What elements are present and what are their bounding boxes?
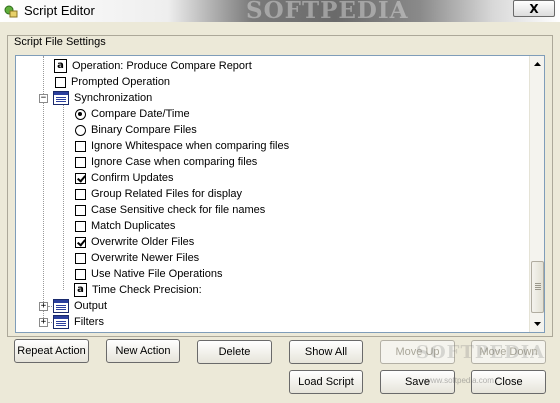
scroll-up-button[interactable] (530, 56, 544, 71)
watermark-title: SOFTPEDIA (246, 0, 409, 24)
tree-item-synchronization[interactable]: Synchronization (53, 90, 152, 106)
tree-item-confirm-updates[interactable]: Confirm Updates (75, 170, 174, 186)
tree-item-label: Time Check Precision: (92, 284, 202, 296)
checkbox[interactable] (75, 188, 86, 200)
radio-button[interactable] (75, 108, 86, 120)
script-editor-app-icon (4, 5, 18, 18)
checkbox[interactable] (75, 140, 86, 152)
list-folder-icon (53, 315, 69, 329)
new-action-button[interactable]: New Action (106, 339, 180, 363)
tree-item-overwrite-newer[interactable]: Overwrite Newer Files (75, 250, 199, 266)
checkbox[interactable] (75, 236, 86, 248)
tree-item-match-duplicates[interactable]: Match Duplicates (75, 218, 175, 234)
arrow-down-icon (534, 321, 541, 326)
scroll-thumb[interactable] (531, 261, 544, 313)
tree-guide-line (63, 104, 64, 290)
tree-item-prompted-operation[interactable]: Prompted Operation (55, 74, 170, 90)
repeat-action-button[interactable]: Repeat Action (14, 339, 89, 363)
tree-item-binary-compare[interactable]: Binary Compare Files (75, 122, 197, 138)
group-label: Script File Settings (14, 36, 106, 48)
checkbox[interactable] (75, 252, 86, 264)
expand-toggle-icon[interactable]: + (39, 302, 48, 311)
tree-item-output[interactable]: Output (53, 298, 107, 314)
checkbox[interactable] (75, 156, 86, 168)
checkbox[interactable] (75, 172, 86, 184)
expand-toggle-icon[interactable]: + (39, 318, 48, 327)
text-value-icon: a (54, 59, 67, 73)
button-label: Move Up (395, 346, 440, 358)
tree-item-label: Synchronization (74, 92, 153, 104)
tree-item-filters[interactable]: Filters (53, 314, 104, 330)
tree-item-group-related-files[interactable]: Group Related Files for display (75, 186, 242, 202)
window-title: Script Editor (24, 3, 95, 18)
checkbox[interactable] (75, 204, 86, 216)
tree-item-label: Output (74, 300, 108, 312)
checkbox[interactable] (55, 76, 66, 88)
close-icon: X (529, 1, 539, 16)
move-down-button[interactable]: Move Down (471, 340, 546, 364)
collapse-toggle-icon[interactable]: − (39, 94, 48, 103)
watermark-url: www.softpedia.com (425, 376, 494, 385)
tree-item-label: Filters (74, 316, 104, 328)
tree-item-label: Prompted Operation (71, 76, 171, 88)
title-bar[interactable]: Script Editor SOFTPEDIA X (0, 0, 560, 24)
tree-item-label: Ignore Case when comparing files (91, 156, 258, 168)
tree-item-time-check-precision[interactable]: a Time Check Precision: (74, 282, 202, 298)
tree-item-ignore-whitespace[interactable]: Ignore Whitespace when comparing files (75, 138, 289, 154)
text-value-icon: a (74, 283, 87, 297)
tree-item-label: Overwrite Newer Files (91, 252, 200, 264)
tree-item-label: Use Native File Operations (91, 268, 223, 280)
tree-item-label: Case Sensitive check for file names (91, 204, 266, 216)
button-label: Repeat Action (17, 345, 86, 357)
tree-item-label: Compare Date/Time (91, 108, 190, 120)
button-label: Delete (218, 346, 251, 358)
vertical-scrollbar[interactable] (529, 56, 544, 332)
list-folder-icon (53, 299, 69, 313)
load-script-button[interactable]: Load Script (289, 370, 363, 394)
button-label: Load Script (298, 376, 354, 388)
checkbox[interactable] (75, 268, 86, 280)
list-folder-icon (53, 91, 69, 105)
window-close-button[interactable]: X (513, 0, 555, 17)
tree-item-label: Group Related Files for display (91, 188, 243, 200)
arrow-up-icon (534, 61, 541, 66)
delete-button[interactable]: Delete (197, 340, 272, 364)
tree-item-compare-date-time[interactable]: Compare Date/Time (75, 106, 190, 122)
tree-item-label: Ignore Whitespace when comparing files (91, 140, 290, 152)
move-up-button[interactable]: Move Up (380, 340, 455, 364)
button-label: New Action (115, 345, 171, 357)
tree-item-label: Confirm Updates (91, 172, 174, 184)
settings-tree[interactable]: a Operation: Produce Compare Report Prom… (15, 55, 545, 333)
tree-item-native-file-ops[interactable]: Use Native File Operations (75, 266, 222, 282)
tree-item-label: Operation: Produce Compare Report (72, 60, 252, 72)
button-label: Close (494, 376, 523, 388)
tree-item-operation[interactable]: a Operation: Produce Compare Report (54, 58, 252, 74)
tree-item-ignore-case[interactable]: Ignore Case when comparing files (75, 154, 257, 170)
tree-item-label: Match Duplicates (91, 220, 176, 232)
tree-item-overwrite-older[interactable]: Overwrite Older Files (75, 234, 194, 250)
button-label: Show All (304, 346, 348, 358)
tree-content: a Operation: Produce Compare Report Prom… (16, 56, 529, 332)
button-label: Move Down (479, 346, 538, 358)
checkbox[interactable] (75, 220, 86, 232)
tree-item-label: Overwrite Older Files (91, 236, 195, 248)
tree-item-case-sensitive[interactable]: Case Sensitive check for file names (75, 202, 265, 218)
radio-button[interactable] (75, 124, 86, 136)
show-all-button[interactable]: Show All (289, 340, 363, 364)
tree-item-label: Binary Compare Files (91, 124, 197, 136)
scroll-down-button[interactable] (530, 316, 544, 331)
